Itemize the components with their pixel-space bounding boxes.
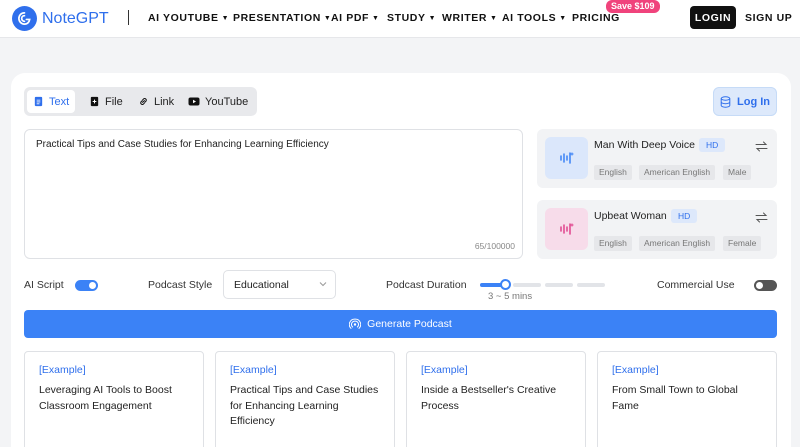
duration-slider-handle[interactable] [499, 279, 511, 290]
ai-script-label: AI Script [24, 279, 64, 291]
podcast-generator-card: Text File Link YouTube Log In Practical … [11, 73, 791, 447]
example-text: Inside a Bestseller's Creative Process [421, 384, 557, 412]
voice-wave-icon [545, 208, 588, 250]
menu-ai-pdf[interactable]: AI PDF ▼ [331, 12, 380, 24]
caret-down-icon: ▼ [221, 15, 230, 22]
tab-link[interactable]: Link [132, 90, 180, 113]
duration-track-segment [577, 283, 605, 287]
example-tag: [Example] [612, 364, 659, 376]
duration-track-segment [545, 283, 573, 287]
duration-value: 3 ~ 5 mins [488, 291, 533, 302]
voice-tag: American English [639, 165, 716, 180]
promo-badge[interactable]: Save $109 [606, 0, 660, 13]
document-icon [34, 96, 43, 107]
log-in-button[interactable]: Log In [713, 87, 777, 116]
logo[interactable]: NoteGPT [12, 6, 109, 31]
voice-wave-icon [545, 137, 588, 179]
ai-script-toggle[interactable] [75, 280, 98, 291]
menu-study[interactable]: STUDY ▼ [387, 12, 436, 24]
generate-podcast-button[interactable]: Generate Podcast [24, 310, 777, 338]
example-card[interactable]: [Example] Leveraging AI Tools to Boost C… [24, 351, 204, 447]
tab-file[interactable]: File [83, 90, 129, 113]
menu-ai-youtube[interactable]: AI YOUTUBE ▼ [148, 12, 229, 24]
link-icon [140, 98, 147, 105]
signup-button[interactable]: SIGN UP [745, 12, 792, 24]
podcast-style-label: Podcast Style [148, 279, 213, 291]
top-nav: NoteGPT AI YOUTUBE ▼ PRESENTATION ▼ AI PDF… [0, 0, 800, 38]
youtube-icon [188, 97, 200, 106]
voice-tag: English [594, 165, 632, 180]
chevron-down-icon [319, 282, 327, 287]
voice-card-man-deep[interactable]: Man With Deep Voice HD English American … [537, 129, 777, 188]
voice-tag: American English [639, 236, 716, 251]
voice-tag: Male [723, 165, 752, 180]
topic-input[interactable]: Practical Tips and Case Studies for Enha… [24, 129, 523, 259]
commercial-use-label: Commercial Use [657, 279, 735, 291]
broadcast-icon [349, 318, 362, 329]
podcast-style-value: Educational [234, 279, 289, 291]
caret-down-icon: ▼ [559, 15, 567, 22]
tab-text[interactable]: Text [27, 90, 76, 113]
caret-down-icon: ▼ [490, 15, 498, 22]
file-plus-icon [90, 96, 99, 107]
podcast-style-select[interactable]: Educational [223, 270, 336, 299]
voice-tag: English [594, 236, 632, 251]
caret-down-icon: ▼ [428, 15, 437, 22]
toggle-knob [756, 282, 763, 289]
example-tag: [Example] [230, 364, 277, 376]
swap-icon[interactable] [755, 210, 768, 228]
topic-input-value: Practical Tips and Case Studies for Enha… [36, 139, 329, 150]
menu-writer[interactable]: WRITER ▼ [442, 12, 498, 24]
menu-presentation[interactable]: PRESENTATION ▼ [233, 12, 331, 24]
brand-name: NoteGPT [42, 9, 109, 27]
example-text: Leveraging AI Tools to Boost Classroom E… [39, 384, 172, 412]
caret-down-icon: ▼ [372, 15, 380, 22]
menu-ai-tools[interactable]: AI TOOLS ▼ [502, 12, 567, 24]
example-card[interactable]: [Example] From Small Town to Global Fame [597, 351, 777, 447]
example-tag: [Example] [39, 364, 86, 376]
example-text: From Small Town to Global Fame [612, 384, 738, 412]
example-tag: [Example] [421, 364, 468, 376]
source-tabs: Text File Link YouTube [24, 87, 257, 116]
duration-track-segment [513, 283, 541, 287]
commercial-use-toggle[interactable] [754, 280, 777, 291]
voice-name: Upbeat Woman [594, 210, 667, 222]
notegpt-logo-icon [12, 6, 37, 31]
swap-icon[interactable] [755, 139, 768, 157]
nav-divider [128, 10, 129, 25]
example-card[interactable]: [Example] Inside a Bestseller's Creative… [406, 351, 586, 447]
login-button[interactable]: LOGIN [690, 6, 736, 29]
example-card[interactable]: [Example] Practical Tips and Case Studie… [215, 351, 395, 447]
voice-tag: Female [723, 236, 762, 251]
character-count: 65/100000 [474, 241, 515, 251]
voice-card-upbeat-woman[interactable]: Upbeat Woman HD English American English… [537, 200, 777, 259]
voice-name: Man With Deep Voice [594, 139, 695, 151]
database-icon [720, 95, 731, 108]
menu-pricing[interactable]: PRICING [572, 12, 620, 24]
hd-badge: HD [671, 209, 698, 223]
tab-youtube[interactable]: YouTube [182, 90, 254, 113]
hd-badge: HD [699, 138, 726, 152]
podcast-duration-label: Podcast Duration [386, 279, 467, 291]
toggle-knob [89, 282, 96, 289]
example-text: Practical Tips and Case Studies for Enha… [230, 384, 379, 427]
